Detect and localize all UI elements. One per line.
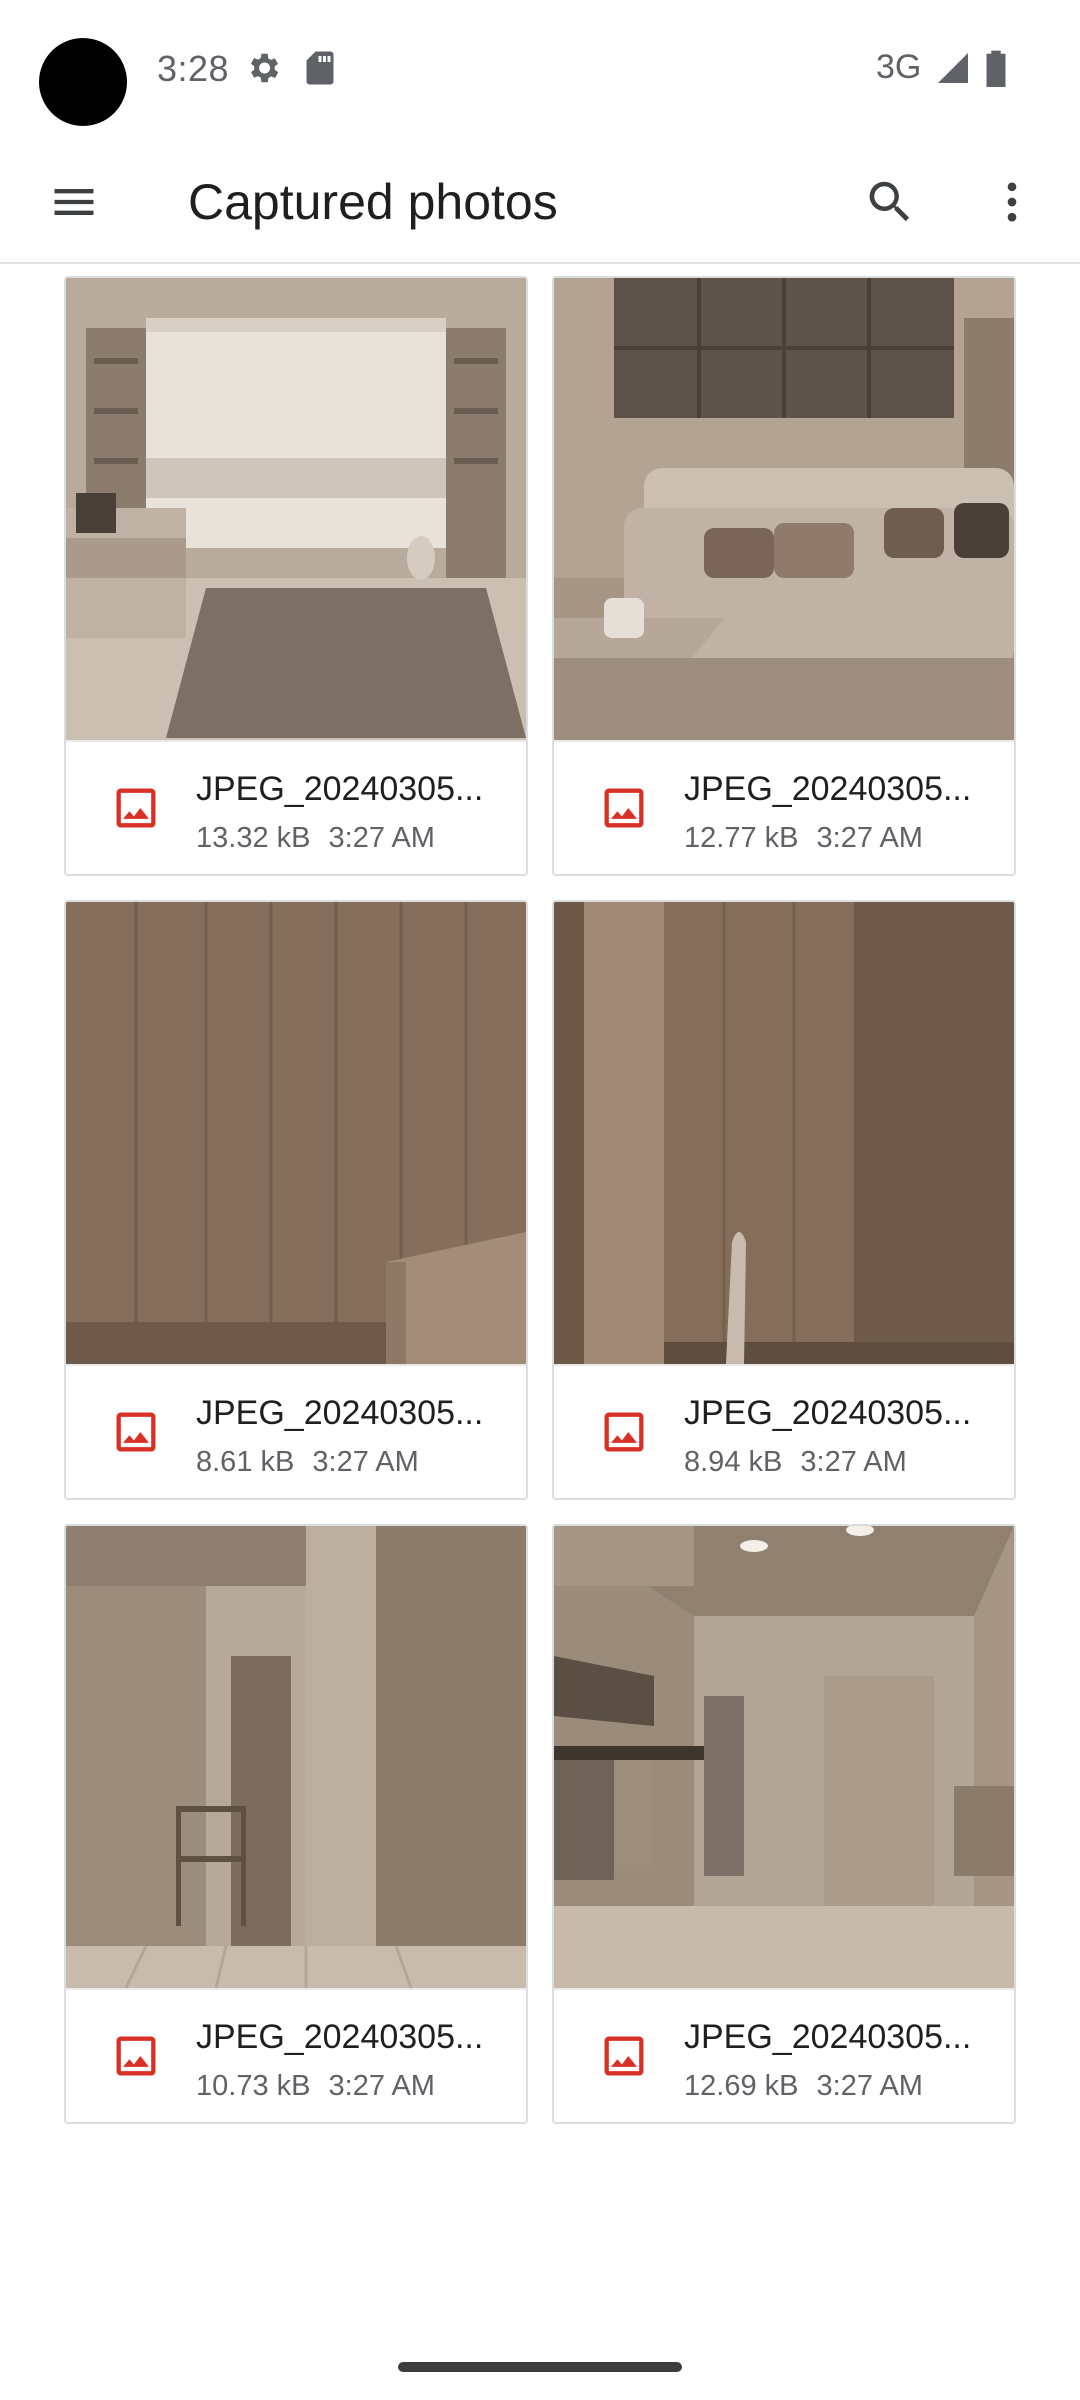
photo-info: JPEG_20240305... 10.73 kB 3:27 AM [66,1988,526,2122]
photo-thumbnail [66,1526,526,1988]
photo-info: JPEG_20240305... 12.69 kB 3:27 AM [554,1988,1014,2122]
photo-info: JPEG_20240305... 8.61 kB 3:27 AM [66,1364,526,1498]
photo-card[interactable]: JPEG_20240305... 12.69 kB 3:27 AM [552,1524,1016,2124]
menu-icon [54,189,94,215]
photo-grid: JPEG_20240305... 13.32 kB 3:27 AM JPEG_2… [64,276,1018,2124]
file-meta: 10.73 kB 3:27 AM [196,2070,435,2103]
more-vert-icon [1007,182,1017,222]
photo-thumbnail [554,1526,1014,1988]
photo-thumbnail [554,902,1014,1364]
file-name: JPEG_20240305... [684,770,972,808]
file-size: 12.77 kB [684,822,799,854]
app-bar: Captured photos [0,140,1080,264]
file-meta: 8.61 kB 3:27 AM [196,1446,419,1479]
file-time: 3:27 AM [328,2070,435,2102]
photo-card[interactable]: JPEG_20240305... 8.61 kB 3:27 AM [64,900,528,1500]
photo-info: JPEG_20240305... 13.32 kB 3:27 AM [66,740,526,874]
file-meta: 12.69 kB 3:27 AM [684,2070,923,2103]
file-size: 8.61 kB [196,1446,295,1478]
search-button[interactable] [858,170,922,234]
image-file-icon [116,788,156,828]
image-file-icon [116,1412,156,1452]
image-file-icon [604,1412,644,1452]
file-name: JPEG_20240305... [196,2018,484,2056]
sd-card-icon [302,48,338,88]
photo-card[interactable]: JPEG_20240305... 12.77 kB 3:27 AM [552,276,1016,876]
file-size: 12.69 kB [684,2070,799,2102]
image-file-icon [604,788,644,828]
settings-gear-icon [243,48,283,88]
battery-icon [982,48,1010,88]
status-time: 3:28 [157,48,230,89]
page-title: Captured photos [188,174,558,230]
search-icon [869,181,910,222]
signal-icon [934,48,972,88]
photo-thumbnail [66,278,526,740]
file-name: JPEG_20240305... [684,1394,972,1432]
menu-button[interactable] [42,170,106,234]
file-meta: 12.77 kB 3:27 AM [684,822,923,855]
file-size: 8.94 kB [684,1446,783,1478]
file-time: 3:27 AM [312,1446,419,1478]
file-time: 3:27 AM [328,822,435,854]
image-file-icon [604,2036,644,2076]
photo-thumbnail [66,902,526,1364]
gesture-nav-handle[interactable] [398,2362,682,2372]
photo-thumbnail [554,278,1014,740]
front-camera-cutout [39,38,127,126]
file-time: 3:27 AM [816,2070,923,2102]
file-size: 10.73 kB [196,2070,311,2102]
network-type-label: 3G [876,48,922,86]
file-meta: 13.32 kB 3:27 AM [196,822,435,855]
photo-info: JPEG_20240305... 8.94 kB 3:27 AM [554,1364,1014,1498]
file-meta: 8.94 kB 3:27 AM [684,1446,907,1479]
more-options-button[interactable] [980,170,1044,234]
photo-card[interactable]: JPEG_20240305... 8.94 kB 3:27 AM [552,900,1016,1500]
file-name: JPEG_20240305... [196,1394,484,1432]
status-bar: 3:28 3G [0,0,1080,140]
photo-card[interactable]: JPEG_20240305... 10.73 kB 3:27 AM [64,1524,528,2124]
file-time: 3:27 AM [816,822,923,854]
file-name: JPEG_20240305... [684,2018,972,2056]
photo-card[interactable]: JPEG_20240305... 13.32 kB 3:27 AM [64,276,528,876]
image-file-icon [116,2036,156,2076]
photo-info: JPEG_20240305... 12.77 kB 3:27 AM [554,740,1014,874]
file-time: 3:27 AM [800,1446,907,1478]
file-size: 13.32 kB [196,822,311,854]
file-name: JPEG_20240305... [196,770,484,808]
